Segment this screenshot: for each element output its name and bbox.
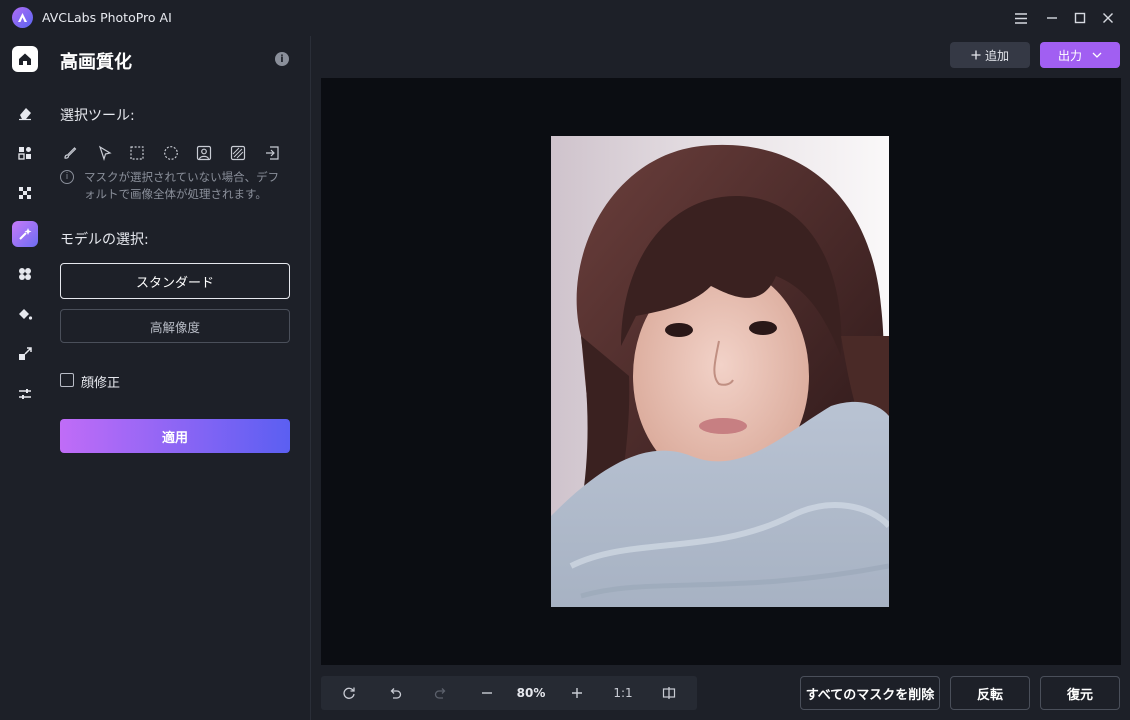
resize-button[interactable]: [12, 341, 38, 367]
actual-size-button[interactable]: 1:1: [607, 676, 639, 710]
focus-icon: [19, 187, 31, 199]
zoom-out-icon[interactable]: [473, 676, 501, 710]
export-button-label: 出力: [1057, 48, 1082, 63]
delete-all-masks-button[interactable]: すべてのマスクを削除: [800, 676, 940, 710]
shapes-button[interactable]: [12, 140, 38, 166]
apply-button[interactable]: 適用: [60, 419, 290, 453]
invert-button[interactable]: 反転: [950, 676, 1030, 710]
maximize-icon[interactable]: [1067, 6, 1093, 30]
eraser-button[interactable]: [12, 100, 38, 126]
reset-view-icon[interactable]: [335, 676, 363, 710]
model-standard-button[interactable]: スタンダード: [60, 263, 290, 299]
eraser-icon: [19, 108, 31, 121]
add-button-label: 追加: [984, 48, 1009, 63]
model-high-resolution-button[interactable]: 高解像度: [60, 309, 290, 343]
minimize-icon[interactable]: [1039, 6, 1065, 30]
zoom-level: 80%: [516, 686, 546, 700]
home-icon: [19, 53, 31, 65]
hint-text: マスクが選択されていない場合、デフォルトで画像全体が処理されます。: [84, 170, 280, 201]
fan-button[interactable]: [12, 261, 38, 287]
undo-icon[interactable]: [381, 676, 409, 710]
home-button[interactable]: [12, 46, 38, 72]
enhance-icon: [19, 228, 32, 240]
arrow-select-tool-icon[interactable]: [96, 144, 114, 162]
panel-divider: [310, 36, 311, 720]
model-select-label: モデルの選択:: [60, 232, 149, 248]
adjust-button[interactable]: [12, 381, 38, 407]
portrait-select-tool-icon[interactable]: [195, 144, 213, 162]
close-icon[interactable]: [1095, 6, 1121, 30]
resize-icon: [19, 347, 32, 360]
selection-tools-label: 選択ツール:: [60, 108, 135, 124]
enhance-button[interactable]: [12, 221, 38, 247]
rect-select-tool-icon[interactable]: [128, 144, 146, 162]
import-mask-tool-icon[interactable]: [263, 144, 281, 162]
add-button[interactable]: 追加: [950, 42, 1030, 68]
face-fix-checkbox[interactable]: [60, 373, 74, 387]
fan-icon: [19, 268, 31, 280]
paint-bucket-icon: [19, 309, 33, 320]
preview-photo: [551, 136, 889, 607]
brush-tool-icon[interactable]: [61, 144, 79, 162]
zoom-in-icon[interactable]: [563, 676, 591, 710]
plus-icon: [971, 50, 981, 60]
paint-bucket-button[interactable]: [12, 301, 38, 327]
shapes-icon: [18, 147, 31, 160]
focus-button[interactable]: [12, 180, 38, 206]
chevron-down-icon: [1092, 52, 1102, 58]
info-icon[interactable]: i: [275, 52, 289, 66]
app-logo: [12, 7, 33, 28]
compare-icon[interactable]: [655, 676, 683, 710]
ellipse-select-tool-icon[interactable]: [162, 144, 180, 162]
panel-title: 高画質化: [60, 52, 132, 73]
redo-icon[interactable]: [427, 676, 455, 710]
image-canvas[interactable]: [321, 78, 1121, 665]
face-fix-label: 顔修正: [81, 376, 121, 391]
title-bar: AVCLabs PhotoPro AI: [0, 0, 1130, 36]
app-title: AVCLabs PhotoPro AI: [42, 10, 172, 25]
adjust-sliders-icon: [19, 389, 31, 399]
zoom-toolbar: 80% 1:1: [321, 676, 697, 710]
restore-button[interactable]: 復元: [1040, 676, 1120, 710]
hint-icon: i: [60, 170, 74, 184]
export-button[interactable]: 出力: [1040, 42, 1120, 68]
menu-icon[interactable]: [1008, 6, 1034, 30]
object-select-tool-icon[interactable]: [229, 144, 247, 162]
